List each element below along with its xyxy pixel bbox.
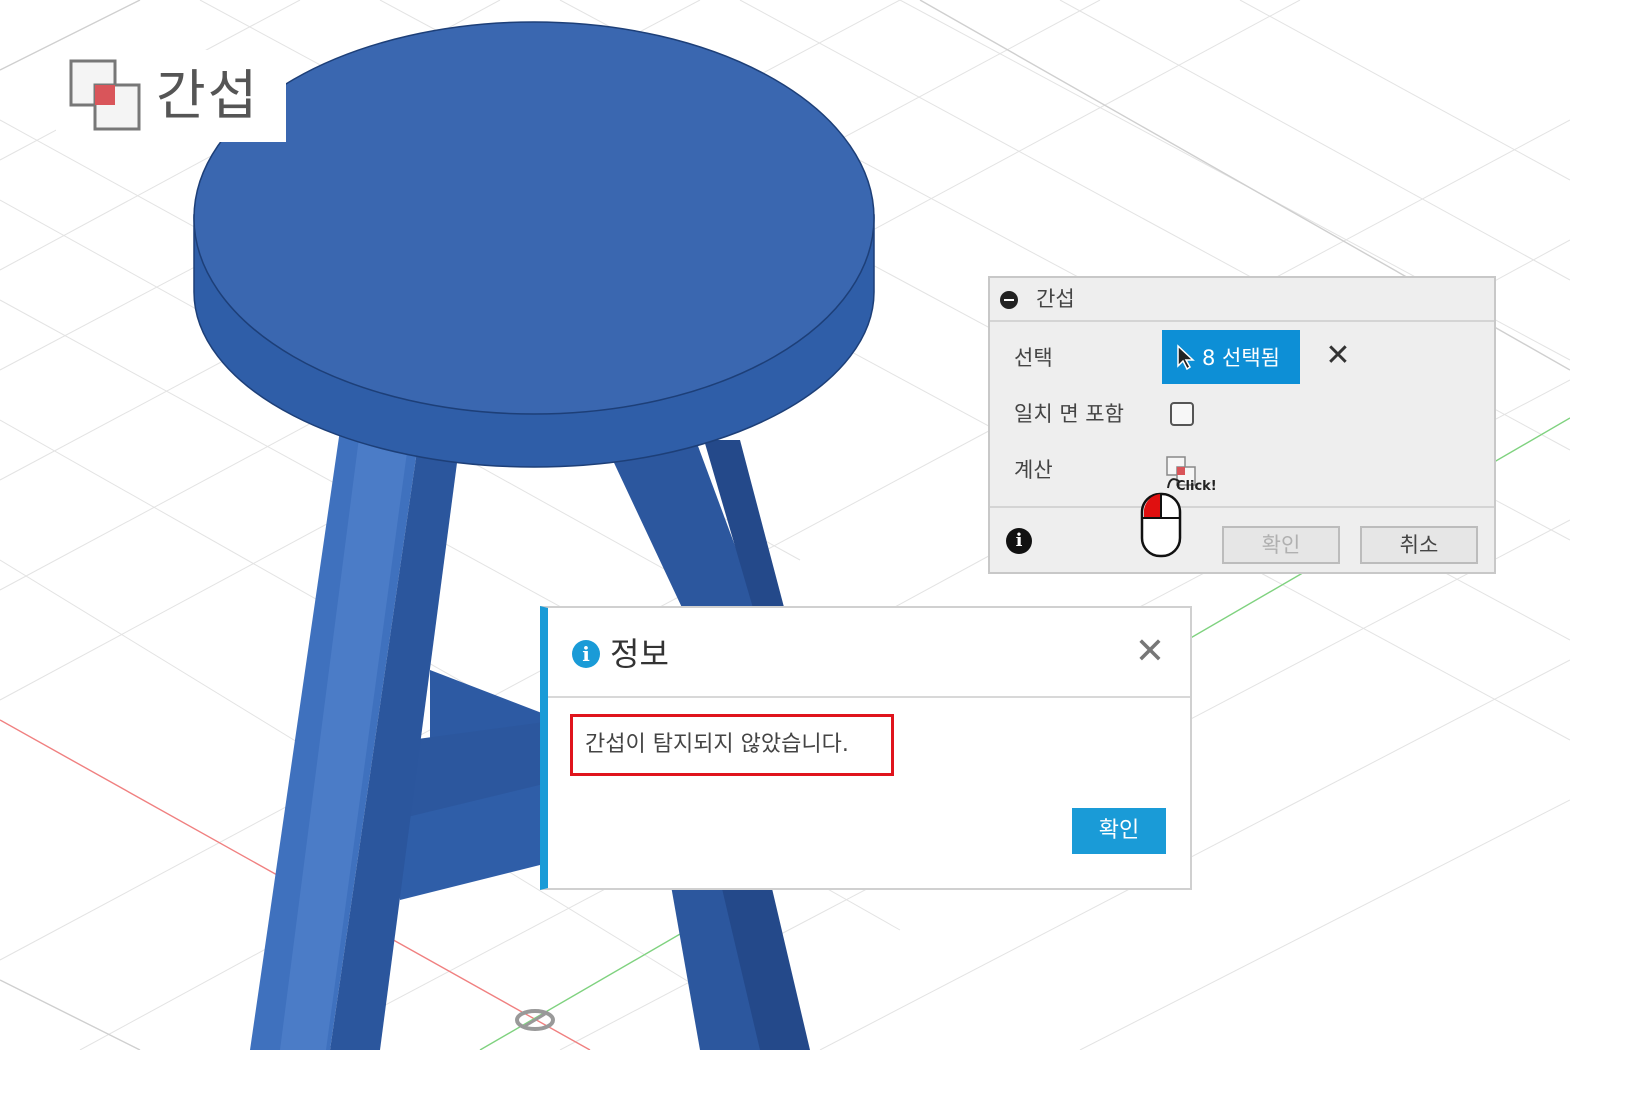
clear-selection-icon[interactable]: ✕ — [1318, 336, 1358, 376]
select-label: 선택 — [1014, 346, 1053, 370]
coplanar-label: 일치 면 포함 — [1014, 402, 1124, 426]
compute-label: 계산 — [1014, 458, 1053, 482]
dialog-title: 정보 — [610, 635, 669, 673]
panel-divider — [990, 506, 1494, 508]
panel-header: 간섭 — [990, 278, 1494, 322]
click-hint-text: Click! — [1176, 479, 1217, 494]
cursor-arrow-icon — [1177, 344, 1195, 370]
pivot-marker-icon — [515, 1009, 555, 1031]
cancel-button[interactable]: 취소 — [1360, 526, 1478, 564]
tool-title: 간섭 — [156, 64, 260, 127]
info-dialog: i 정보 ✕ 간섭이 탐지되지 않았습니다. 확인 — [540, 606, 1192, 890]
close-icon[interactable]: ✕ — [1132, 634, 1168, 670]
dialog-header: i 정보 ✕ — [548, 608, 1190, 698]
info-circle-icon: i — [572, 640, 600, 668]
tool-badge: 간섭 — [56, 50, 286, 142]
dialog-message: 간섭이 탐지되지 않았습니다. — [585, 732, 849, 757]
collapse-icon[interactable] — [1000, 291, 1018, 309]
dialog-ok-button[interactable]: 확인 — [1072, 808, 1166, 854]
selection-button[interactable]: 8 선택됨 — [1162, 330, 1300, 384]
panel-title: 간섭 — [1036, 287, 1075, 311]
interference-panel: 간섭 선택 8 선택됨 ✕ 일치 면 포함 계산 i 확인 취소 — [988, 276, 1496, 574]
message-highlight-box: 간섭이 탐지되지 않았습니다. — [570, 714, 894, 776]
info-icon[interactable]: i — [1006, 528, 1032, 554]
interference-icon — [68, 58, 144, 134]
ok-button[interactable]: 확인 — [1222, 526, 1340, 564]
coplanar-checkbox[interactable] — [1170, 402, 1194, 426]
selection-count: 8 선택됨 — [1202, 346, 1280, 370]
